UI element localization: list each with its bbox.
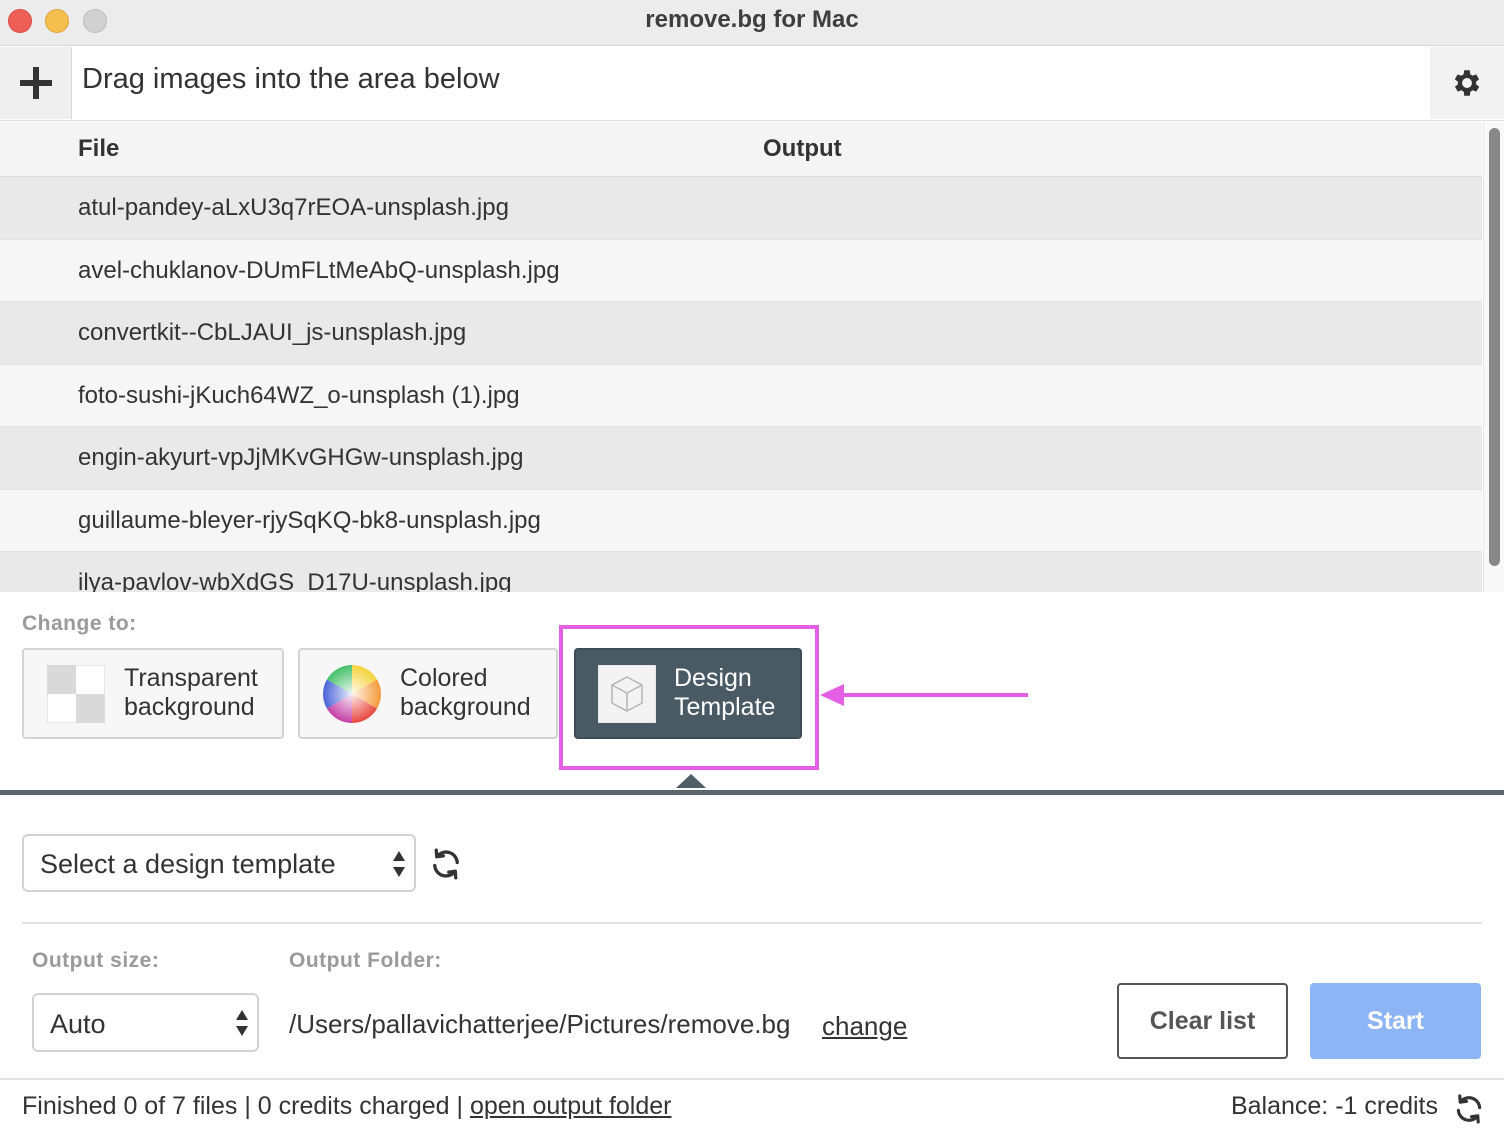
- file-name: foto-sushi-jKuch64WZ_o-unsplash (1).jpg: [78, 381, 520, 409]
- option-line1: Colored: [400, 664, 488, 692]
- status-summary: Finished 0 of 7 files | 0 credits charge…: [22, 1092, 672, 1121]
- file-table: File Output atul-pandey-aLxU3q7rEOA-unsp…: [0, 122, 1482, 592]
- table-row[interactable]: ilya-pavlov-wbXdGS_D17U-unsplash.jpg: [0, 552, 1482, 592]
- table-scrollbar[interactable]: [1483, 122, 1504, 592]
- file-name: atul-pandey-aLxU3q7rEOA-unsplash.jpg: [78, 194, 509, 221]
- output-folder-label: Output Folder:: [289, 949, 442, 972]
- colored-background-button[interactable]: Colored background: [298, 648, 558, 739]
- option-line2: background: [124, 693, 255, 721]
- gear-icon: [1454, 70, 1480, 96]
- design-template-select[interactable]: Select a design template: [22, 834, 416, 892]
- table-row[interactable]: guillaume-bleyer-rjySqKQ-bk8-unsplash.jp…: [0, 489, 1482, 552]
- settings-button[interactable]: [1430, 47, 1504, 119]
- refresh-templates-icon[interactable]: [428, 846, 464, 882]
- selected-option-pointer: [676, 774, 706, 788]
- title-bar: remove.bg for Mac: [0, 0, 1504, 46]
- toolbar: Drag images into the area below: [0, 47, 1504, 121]
- clear-list-button[interactable]: Clear list: [1117, 983, 1288, 1059]
- option-line1: Transparent: [124, 664, 258, 692]
- transparent-background-button[interactable]: Transparent background: [22, 648, 284, 739]
- refresh-balance-icon[interactable]: [1452, 1092, 1486, 1126]
- annotation-highlight-box: [559, 625, 819, 770]
- panel-divider: [0, 790, 1504, 795]
- table-row[interactable]: atul-pandey-aLxU3q7rEOA-unsplash.jpg: [0, 177, 1482, 240]
- design-template-select-value: Select a design template: [40, 849, 336, 879]
- select-stepper-icon: [393, 851, 405, 877]
- transparent-background-label: Transparent background: [124, 664, 258, 722]
- option-line2: background: [400, 693, 531, 721]
- scrollbar-thumb[interactable]: [1489, 128, 1500, 566]
- table-header: File Output: [0, 122, 1482, 177]
- change-folder-link[interactable]: change: [822, 1011, 907, 1042]
- output-size-label: Output size:: [32, 949, 160, 972]
- table-row[interactable]: avel-chuklanov-DUmFLtMeAbQ-unsplash.jpg: [0, 239, 1482, 302]
- colored-background-label: Colored background: [400, 664, 531, 722]
- start-button[interactable]: Start: [1310, 983, 1481, 1059]
- output-folder-path: /Users/pallavichatterjee/Pictures/remove…: [289, 1009, 791, 1039]
- add-images-button[interactable]: [0, 47, 72, 119]
- table-row[interactable]: engin-akyurt-vpJjMKvGHGw-unsplash.jpg: [0, 427, 1482, 490]
- drag-hint: Drag images into the area below: [82, 63, 500, 95]
- window-title: remove.bg for Mac: [645, 6, 859, 33]
- file-name: avel-chuklanov-DUmFLtMeAbQ-unsplash.jpg: [78, 256, 560, 284]
- output-size-select[interactable]: Auto: [32, 993, 259, 1052]
- file-name: guillaume-bleyer-rjySqKQ-bk8-unsplash.jp…: [78, 506, 541, 534]
- status-bar: Finished 0 of 7 files | 0 credits charge…: [0, 1078, 1504, 1134]
- credit-balance: Balance: -1 credits: [1230, 1092, 1438, 1120]
- section-divider: [22, 922, 1482, 924]
- annotation-arrow-icon: [820, 684, 1028, 706]
- plus-icon: [19, 67, 52, 99]
- color-wheel-icon: [323, 665, 381, 723]
- checkerboard-icon: [47, 665, 105, 723]
- select-stepper-icon: [236, 1010, 248, 1036]
- change-to-label: Change to:: [22, 612, 137, 635]
- file-name: engin-akyurt-vpJjMKvGHGw-unsplash.jpg: [78, 444, 524, 471]
- status-summary-text: Finished 0 of 7 files | 0 credits charge…: [22, 1092, 470, 1120]
- column-header-file[interactable]: File: [78, 135, 119, 163]
- file-name: convertkit--CbLJAUI_js-unsplash.jpg: [78, 319, 467, 346]
- output-size-value: Auto: [50, 1009, 106, 1039]
- column-header-output[interactable]: Output: [763, 135, 842, 163]
- change-to-panel: Change to: Transparent background Colore…: [0, 592, 1504, 792]
- table-row[interactable]: foto-sushi-jKuch64WZ_o-unsplash (1).jpg: [0, 364, 1482, 427]
- file-name: ilya-pavlov-wbXdGS_D17U-unsplash.jpg: [78, 569, 512, 592]
- table-row[interactable]: convertkit--CbLJAUI_js-unsplash.jpg: [0, 302, 1482, 365]
- open-output-folder-link[interactable]: open output folder: [470, 1092, 672, 1120]
